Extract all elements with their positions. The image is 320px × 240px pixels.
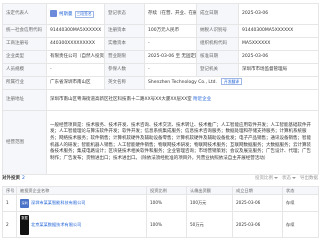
col-header: 成立日期 xyxy=(232,186,283,195)
status-cell: 存续 xyxy=(282,194,319,212)
legal-rep-tag[interactable]: 三段签名 xyxy=(74,11,94,18)
info-row-4: 企业类型 有限责任公司（自然人投资） 营业期限 2025-03-06 至 无固定… xyxy=(2,50,319,64)
address-cell: 深圳市南山区粤海街道高新区社区科技南十二路XX号XX大厦XX层XX室 附近企业 xyxy=(46,89,319,111)
credit-code-value: 91440300MA5XXXXXX xyxy=(46,24,105,38)
industry-label: 所属行业 xyxy=(2,76,47,90)
col-header: 状态 xyxy=(282,186,319,195)
table-row: 2 数据北京某某数据技术有限公司 100% 50万元 2025-03-06 存续 xyxy=(2,211,319,238)
info-row-2: 统一社会信用代码 91440300MA5XXXXXX 注册资本 100万元人民币… xyxy=(2,24,319,38)
taxpayer-value: 91440300MA5XXXXXX xyxy=(238,24,319,38)
table-row: 1 深圳 深圳市某某智能科技有限公司 100% 100万元 2025-03-06 … xyxy=(2,194,319,212)
investments-title: 对外投资 xyxy=(2,176,20,182)
term-label: 营业期限 xyxy=(104,50,145,64)
info-row-6: 所属行业 广东省深圳市南山区 英文名称 Shenzhen Technology … xyxy=(2,76,319,90)
table-header-row: 序号 被投资企业名称 投资比例 认缴出资额 成立日期 状态 xyxy=(2,186,319,195)
company-profile-page: 法定代表人 柯斯曼三段签名 登记状态 存续（在营、开业、在册） 成立日期 202… xyxy=(0,0,320,240)
staff-label: 人员规模 xyxy=(2,63,47,77)
approved-value: 2025-03-06 xyxy=(238,50,319,64)
status-value: 存续（在营、开业、在册） xyxy=(144,3,197,25)
translate-button[interactable]: 开发翻译 xyxy=(220,78,243,86)
company-cell: 深圳 深圳市某某智能科技有限公司 xyxy=(16,194,147,212)
industry-value: 广东省深圳市南山区 xyxy=(46,76,105,90)
established-label: 成立日期 xyxy=(196,3,239,25)
established-value: 2025-03-06 xyxy=(238,3,319,25)
company-link[interactable]: 北京某某数据技术有限公司 xyxy=(31,222,81,227)
info-row-5: 人员规模 - 参保人数 - 登记机关 深圳市市场监督管理局 xyxy=(2,63,319,77)
reg-no-label: 工商注册号 xyxy=(2,37,47,51)
status-filter-label: 状态 xyxy=(282,176,291,182)
paid-capital-label: 实缴资本 xyxy=(104,37,145,51)
status-label: 登记状态 xyxy=(104,3,145,25)
approved-label: 核准日期 xyxy=(196,50,239,64)
capital-label: 注册资本 xyxy=(104,24,145,38)
org-code-label: 组织机构代码 xyxy=(196,37,239,51)
en-name-cell: Shenzhen Technology Co., Ltd. 开发翻译 xyxy=(144,76,319,90)
company-logo: 深圳 xyxy=(20,198,29,208)
status-cell: 存续 xyxy=(282,211,319,238)
row-index: 1 xyxy=(2,194,17,212)
col-header: 认缴出资额 xyxy=(186,186,233,195)
info-row-3: 工商注册号 440300XXXXXXXXX 实缴资本 - 组织机构代码 MA5X… xyxy=(2,37,319,51)
col-header: 序号 xyxy=(2,186,17,195)
company-cell: 数据北京某某数据技术有限公司 xyxy=(16,211,147,238)
en-name-label: 英文名称 xyxy=(104,76,145,90)
investments-table: 序号 被投资企业名称 投资比例 认缴出资额 成立日期 状态 1 深圳 深圳市某某智… xyxy=(2,186,319,238)
scope-value: 一般经营项目是：技术服务、技术开发、技术咨询、技术交流、技术转让、技术推广；人工… xyxy=(46,110,319,175)
paid-capital-value: - xyxy=(144,37,197,51)
en-name-value: Shenzhen Technology Co., Ltd. xyxy=(148,80,217,86)
credit-code-label: 统一社会信用代码 xyxy=(2,24,47,38)
date-cell: 2025-03-06 xyxy=(232,211,283,238)
staff-value: - xyxy=(46,63,105,77)
chevron-down-icon xyxy=(274,176,278,179)
info-row-1: 法定代表人 柯斯曼三段签名 登记状态 存续（在营、开业、在册） 成立日期 202… xyxy=(2,3,319,25)
col-header: 投资比例 xyxy=(146,186,187,195)
row-index: 2 xyxy=(2,211,17,238)
address-label: 注册地址 xyxy=(2,89,47,111)
term-value: 2025-03-06 至 无固定期限 xyxy=(144,50,197,64)
authority-value: 深圳市市场监督管理局 xyxy=(238,63,319,77)
avatar xyxy=(50,10,57,18)
legal-rep-label: 法定代表人 xyxy=(2,3,47,25)
business-info-table: 法定代表人 柯斯曼三段签名 登记状态 存续（在营、开业、在册） 成立日期 202… xyxy=(2,3,319,175)
type-value: 有限责任公司（自然人投资） xyxy=(46,50,105,64)
ratio-cell: 100% xyxy=(146,211,187,238)
legal-rep-name[interactable]: 柯斯曼 xyxy=(59,12,73,17)
status-filter[interactable]: 状态 xyxy=(282,176,296,182)
investments-toolbar: 投资比例 状态 导出数据 xyxy=(255,176,318,182)
amount-cell: 50万元 xyxy=(186,211,233,238)
scope-label: 经营范围 xyxy=(2,110,47,175)
investments-header: 对外投资 2 投资比例 状态 导出数据 xyxy=(2,174,318,184)
info-row-8: 经营范围 一般经营项目是：技术服务、技术开发、技术咨询、技术交流、技术转让、技术… xyxy=(2,110,319,175)
col-header: 被投资企业名称 xyxy=(16,186,147,195)
date-cell: 2025-03-06 xyxy=(232,194,283,212)
company-logo: 数据 xyxy=(20,214,29,235)
insured-value: - xyxy=(144,63,197,77)
ratio-filter-label: 投资比例 xyxy=(255,176,273,182)
taxpayer-label: 纳税人识别号 xyxy=(196,24,239,38)
nearby-companies-link[interactable]: 附近企业 xyxy=(193,97,211,102)
company-link[interactable]: 深圳市某某智能科技有限公司 xyxy=(31,200,85,205)
amount-cell: 100万元 xyxy=(186,194,233,212)
reg-no-value: 440300XXXXXXXXX xyxy=(46,37,105,51)
chevron-down-icon xyxy=(292,176,296,179)
org-code-value: MA5XXXXXX xyxy=(238,37,319,51)
legal-rep-cell: 柯斯曼 三段签名 xyxy=(46,3,105,25)
ratio-filter[interactable]: 投资比例 xyxy=(255,176,278,182)
address-value: 深圳市南山区粤海街道高新区社区科技南十二路XX号XX大厦XX层XX室 xyxy=(50,97,192,102)
type-label: 企业类型 xyxy=(2,50,47,64)
authority-label: 登记机关 xyxy=(196,63,239,77)
investments-count: 2 xyxy=(22,176,25,182)
insured-label: 参保人数 xyxy=(104,63,145,77)
info-row-7: 注册地址 深圳市南山区粤海街道高新区社区科技南十二路XX号XX大厦XX层XX室 … xyxy=(2,89,319,111)
export-button[interactable]: 导出数据 xyxy=(300,176,318,182)
capital-value: 100万元人民币 xyxy=(144,24,197,38)
ratio-cell: 100% xyxy=(146,194,187,212)
